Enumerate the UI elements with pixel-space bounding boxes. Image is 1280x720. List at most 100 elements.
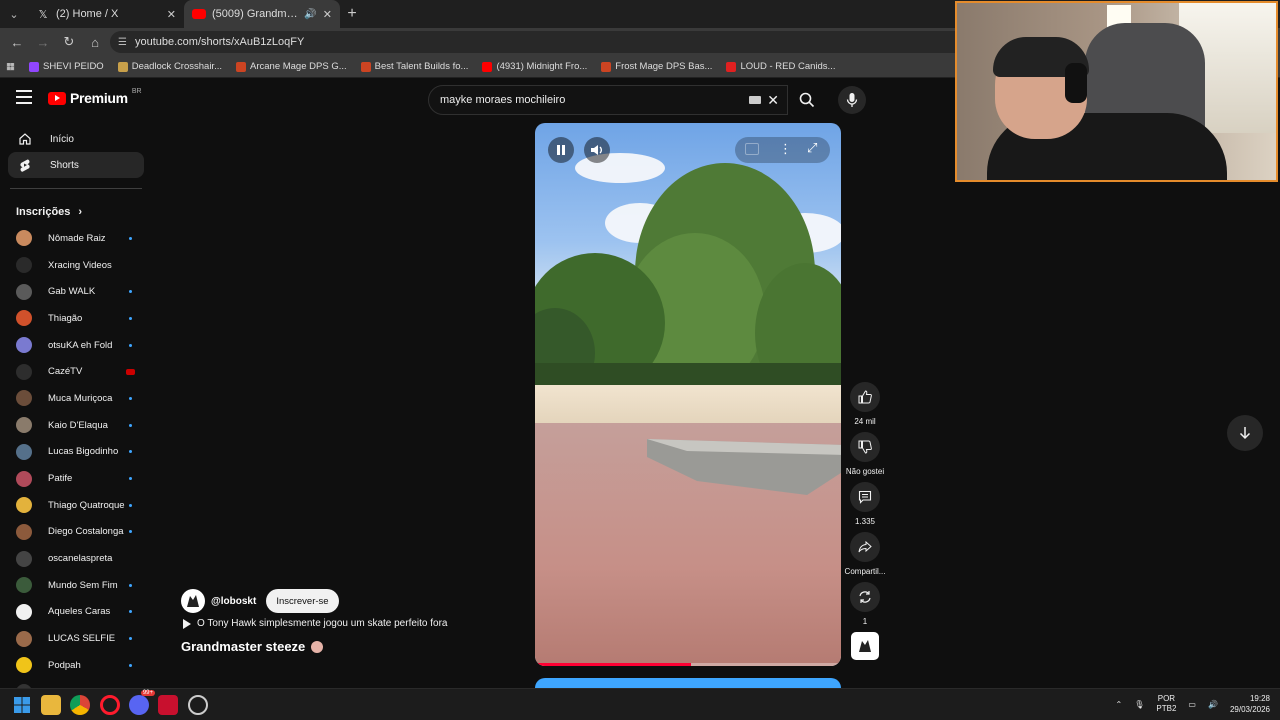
- back-button[interactable]: ←: [6, 31, 28, 53]
- avatar: [16, 230, 32, 247]
- remix-button[interactable]: [850, 582, 880, 612]
- opera-icon[interactable]: [100, 695, 120, 715]
- sidebar-subscription-item[interactable]: otsuKA eh Fold: [0, 332, 152, 359]
- sidebar-subscription-item[interactable]: fallenINSIDER: [0, 679, 152, 688]
- language-indicator[interactable]: POR PTB2: [1156, 694, 1176, 714]
- search-button[interactable]: [788, 85, 826, 115]
- fullscreen-icon[interactable]: ⤢: [807, 140, 817, 156]
- sidebar-subscription-item[interactable]: Muca Muriçoca: [0, 385, 152, 412]
- dislike-button[interactable]: [850, 432, 880, 462]
- windows-start-icon[interactable]: [12, 695, 32, 715]
- apps-icon[interactable]: ▦: [6, 61, 15, 72]
- sidebar-subscription-item[interactable]: LUCAS SELFIE: [0, 625, 152, 652]
- sidebar-subscription-item[interactable]: Thiagão: [0, 305, 152, 332]
- video-title[interactable]: Grandmaster steeze: [181, 639, 324, 654]
- subscription-name: Patife: [48, 473, 73, 485]
- new-content-dot: [129, 477, 132, 481]
- sidebar-subscription-item[interactable]: Lucas Bigodinho: [0, 439, 152, 466]
- sidebar-subscription-item[interactable]: Diego Costalonga: [0, 519, 152, 546]
- tab-close-icon[interactable]: ✕: [323, 8, 332, 21]
- shorts-video-player[interactable]: ⋮ ⤢: [535, 123, 841, 666]
- clock[interactable]: 19:28 29/03/2026: [1230, 693, 1270, 715]
- video-description[interactable]: O Tony Hawk simplesmente jogou um skate …: [183, 618, 448, 629]
- channel-thumbnail-button[interactable]: [851, 632, 879, 660]
- site-info-icon[interactable]: ☰: [118, 37, 127, 48]
- sidebar-subscription-item[interactable]: Aqueles Caras: [0, 599, 152, 626]
- sidebar-subscription-item[interactable]: Kaio D'Elaqua: [0, 412, 152, 439]
- bookmark-item[interactable]: SHEVI PEIDO: [28, 61, 104, 72]
- comments-button[interactable]: [850, 482, 880, 512]
- sidebar-subscription-item[interactable]: Patife: [0, 465, 152, 492]
- share-button[interactable]: [850, 532, 880, 562]
- screen: ⌄ 𝕏 (2) Home / X ✕ (5009) Grandmaster st…: [0, 0, 1280, 720]
- subscriptions-header[interactable]: Inscrições ›: [0, 199, 152, 225]
- network-icon[interactable]: ▭: [1188, 700, 1196, 709]
- bookmark-item[interactable]: (4931) Midnight Fro...: [482, 61, 587, 72]
- video-progress-bar[interactable]: [535, 663, 841, 666]
- sidebar-subscription-item[interactable]: Mundo Sem Fim: [0, 572, 152, 599]
- youtube-icon: [482, 61, 493, 72]
- tab-x-home[interactable]: 𝕏 (2) Home / X ✕: [28, 0, 184, 28]
- sidebar-item-inicio[interactable]: Início: [8, 126, 144, 152]
- subscription-name: Lucas Bigodinho: [48, 446, 119, 458]
- sidebar-subscription-item[interactable]: CazéTV: [0, 358, 152, 385]
- sidebar-subscription-item[interactable]: Podpah: [0, 652, 152, 679]
- new-content-dot: [129, 663, 132, 667]
- forward-button[interactable]: →: [32, 31, 54, 53]
- youtube-play-icon: [48, 91, 66, 105]
- channel-avatar[interactable]: [181, 589, 205, 613]
- sidebar-subscription-item[interactable]: Xracing Videos: [0, 252, 152, 279]
- video-frame-trees: [535, 163, 841, 403]
- sidebar-item-shorts[interactable]: Shorts: [8, 152, 144, 178]
- new-content-dot: [129, 423, 132, 427]
- pause-button[interactable]: [548, 137, 574, 163]
- discord-icon[interactable]: 99+: [129, 690, 155, 715]
- chevron-up-icon[interactable]: ⌃: [1116, 700, 1123, 709]
- windows-taskbar: 99+ ⌃ 🎙 POR PTB2 ▭ 🔊 19:28 29/03/2026: [0, 688, 1280, 720]
- app-icon[interactable]: [158, 695, 178, 715]
- volume-icon[interactable]: 🔊: [1208, 700, 1218, 709]
- tab-search-button[interactable]: ⌄: [0, 0, 28, 28]
- like-action: 24 mil: [843, 382, 887, 426]
- volume-button[interactable]: [584, 137, 610, 163]
- new-tab-button[interactable]: +: [340, 5, 364, 23]
- bookmark-item[interactable]: Best Talent Builds fo...: [360, 61, 468, 72]
- bookmark-item[interactable]: Arcane Mage DPS G...: [236, 61, 347, 72]
- bookmark-item[interactable]: Frost Mage DPS Bas...: [601, 61, 712, 72]
- sidebar-divider: [10, 188, 142, 189]
- subscribe-button[interactable]: Inscrever-se: [266, 589, 339, 613]
- subscription-name: Thiago Quatroque: [48, 499, 125, 511]
- loud-icon: [726, 61, 737, 72]
- avatar: [16, 603, 32, 620]
- tab-youtube-short[interactable]: (5009) Grandmaster steeze 🔊 ✕: [184, 0, 340, 28]
- youtube-premium-logo[interactable]: Premium BR: [48, 88, 142, 106]
- tab-audio-icon[interactable]: 🔊: [304, 9, 316, 20]
- chrome-icon[interactable]: [70, 695, 90, 715]
- clear-search-icon[interactable]: ✕: [767, 92, 779, 109]
- file-explorer-icon[interactable]: [41, 695, 61, 715]
- captions-icon[interactable]: [745, 143, 759, 155]
- steam-icon[interactable]: [188, 695, 208, 715]
- channel-handle[interactable]: @loboskt: [211, 596, 256, 607]
- live-indicator: [126, 368, 135, 375]
- next-short-button[interactable]: [1227, 415, 1263, 451]
- avatar: [16, 257, 32, 274]
- tab-close-icon[interactable]: ✕: [167, 8, 176, 21]
- bookmark-item[interactable]: LOUD - RED Canids...: [726, 61, 835, 72]
- search-input[interactable]: mayke moraes mochileiro ✕: [428, 85, 788, 115]
- keyboard-icon[interactable]: [749, 96, 761, 104]
- home-button[interactable]: ⌂: [84, 31, 106, 53]
- address-bar[interactable]: ☰ youtube.com/shorts/xAuB1zLoqFY: [110, 31, 970, 53]
- more-options-icon[interactable]: ⋮: [779, 141, 792, 157]
- microphone-icon[interactable]: 🎙: [1134, 700, 1144, 709]
- like-button[interactable]: [850, 382, 880, 412]
- voice-search-button[interactable]: [838, 86, 866, 114]
- bookmark-item[interactable]: Deadlock Crosshair...: [117, 61, 222, 72]
- reload-button[interactable]: ↻: [58, 31, 80, 53]
- sidebar-subscription-item[interactable]: Thiago Quatroque: [0, 492, 152, 519]
- shorts-action-bar: 24 mil Não gostei 1.335 Compartil... 1: [843, 382, 887, 666]
- sidebar-subscription-item[interactable]: oscanelaspreta: [0, 545, 152, 572]
- sidebar-subscription-item[interactable]: Gab WALK: [0, 278, 152, 305]
- sidebar-subscription-item[interactable]: Nômade Raiz: [0, 225, 152, 252]
- menu-icon[interactable]: [16, 90, 32, 104]
